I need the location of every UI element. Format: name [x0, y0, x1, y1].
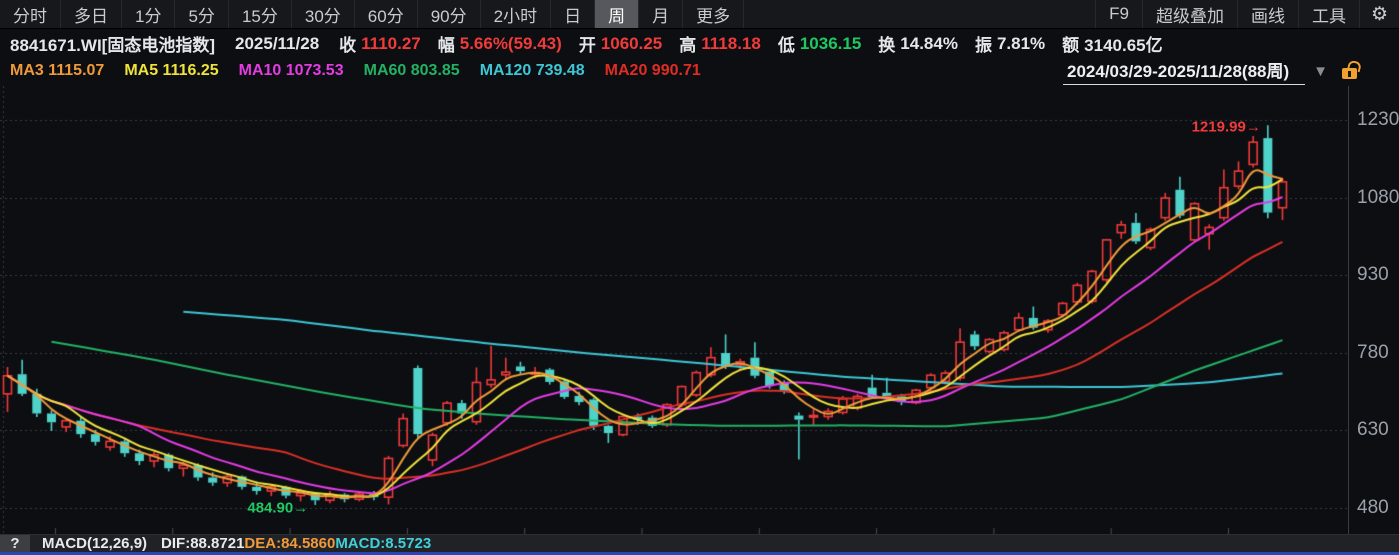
tab-multiday[interactable]: 多日	[61, 0, 122, 28]
tab-5min[interactable]: 5分	[175, 0, 228, 28]
amplitude-label: 振	[975, 31, 992, 56]
low-label: 低	[778, 31, 795, 56]
button-tools[interactable]: 工具	[1298, 0, 1359, 28]
ma60-value: 803.85	[411, 62, 460, 79]
high-value: 1118.18	[701, 34, 761, 54]
period-toolbar: 分时 多日 1分 5分 15分 30分 60分 90分 2小时 日 周 月 更多…	[0, 0, 1399, 29]
settings-gear-icon[interactable]: ⚙	[1359, 0, 1399, 28]
tab-15min[interactable]: 15分	[229, 0, 292, 28]
dea-value: DEA:84.5860	[244, 535, 335, 552]
ma120-label: MA120	[480, 62, 532, 79]
tab-2hour[interactable]: 2小时	[481, 0, 551, 28]
unlock-icon[interactable]	[1342, 68, 1357, 79]
macd-status-bar: ? MACD(12,26,9) DIF:88.8721 DEA:84.5860 …	[0, 535, 1399, 552]
ma20-value: 990.71	[652, 62, 701, 79]
help-icon[interactable]: ?	[0, 535, 30, 552]
tab-90min[interactable]: 90分	[418, 0, 481, 28]
visible-range-row: 2024/03/29-2025/11/28(88周) ▼	[1063, 60, 1357, 82]
button-draw-line[interactable]: 画线	[1237, 0, 1298, 28]
macd-indicator-name[interactable]: MACD(12,26,9)	[42, 535, 147, 552]
chart-region: 1219.99→ 484.90→ 1230 1080 930 780 630 480	[0, 86, 1399, 534]
amount-value: 3140.65亿	[1084, 31, 1162, 56]
low-value: 1036.15	[800, 34, 861, 54]
tab-intraday[interactable]: 分时	[0, 0, 61, 28]
tab-weekly[interactable]: 周	[595, 0, 639, 28]
high-price-annotation: 1219.99→	[1192, 119, 1261, 136]
price-axis-label: 1230	[1357, 109, 1399, 131]
ma5-value: 1116.25	[163, 62, 219, 79]
ma3-value: 1115.07	[48, 62, 104, 79]
button-f9[interactable]: F9	[1095, 0, 1142, 28]
price-axis-line	[1348, 86, 1349, 552]
close-label: 收	[339, 31, 356, 56]
price-axis-label: 480	[1357, 497, 1389, 519]
ma20-label: MA20	[605, 62, 648, 79]
candlestick-chart[interactable]	[0, 86, 1348, 534]
button-super-overlay[interactable]: 超级叠加	[1142, 0, 1237, 28]
ma10-label: MA10	[239, 62, 282, 79]
ma10-value: 1073.53	[286, 62, 344, 79]
tab-daily[interactable]: 日	[551, 0, 595, 28]
quote-info-bar: 8841671.WI[固态电池指数] 2025/11/28 收1110.27 幅…	[0, 30, 1399, 57]
price-axis-label: 1080	[1357, 187, 1399, 209]
ma-legend-bar: MA3 1115.07 MA5 1116.25 MA10 1073.53 MA6…	[0, 57, 1399, 85]
amount-label: 额	[1062, 31, 1079, 56]
high-label: 高	[679, 31, 696, 56]
chevron-down-icon[interactable]: ▼	[1313, 63, 1328, 80]
trade-date: 2025/11/28	[235, 34, 319, 54]
ma5-label: MA5	[124, 62, 158, 79]
price-axis-label: 930	[1357, 264, 1389, 286]
turnover-label: 换	[878, 31, 895, 56]
amplitude-value: 7.81%	[997, 34, 1045, 54]
macd-value: MACD:8.5723	[335, 535, 431, 552]
toolbar-spacer	[744, 0, 1095, 28]
tab-more[interactable]: 更多	[683, 0, 744, 28]
toolbar-right-group: F9 超级叠加 画线 工具 ⚙	[1095, 0, 1399, 28]
visible-range-selector[interactable]: 2024/03/29-2025/11/28(88周)	[1063, 57, 1305, 85]
tab-60min[interactable]: 60分	[355, 0, 418, 28]
open-label: 开	[579, 31, 596, 56]
ma3-label: MA3	[10, 62, 44, 79]
ma60-label: MA60	[364, 62, 407, 79]
dif-value: DIF:88.8721	[161, 535, 244, 552]
price-axis-label: 780	[1357, 342, 1389, 364]
symbol-title: 8841671.WI[固态电池指数]	[10, 31, 215, 56]
tab-monthly[interactable]: 月	[639, 0, 683, 28]
change-label: 幅	[438, 31, 455, 56]
ma120-value: 739.48	[536, 62, 585, 79]
stock-chart-app: 分时 多日 1分 5分 15分 30分 60分 90分 2小时 日 周 月 更多…	[0, 0, 1399, 555]
close-value: 1110.27	[361, 34, 421, 54]
low-price-annotation: 484.90→	[247, 499, 308, 516]
tab-1min[interactable]: 1分	[122, 0, 175, 28]
change-value: 5.66%(59.43)	[460, 34, 562, 54]
turnover-value: 14.84%	[900, 34, 958, 54]
price-axis-label: 630	[1357, 419, 1389, 441]
open-value: 1060.25	[601, 34, 662, 54]
tab-30min[interactable]: 30分	[292, 0, 355, 28]
